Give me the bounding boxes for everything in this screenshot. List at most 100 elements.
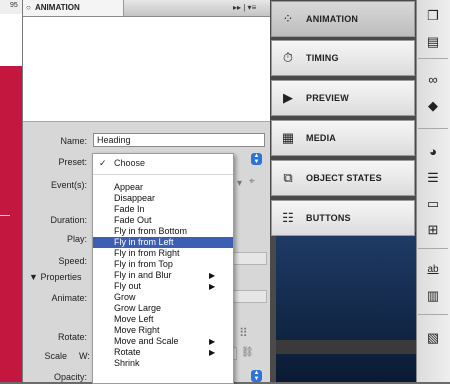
links-icon[interactable]: ∞ <box>420 68 446 92</box>
document-page-red <box>0 66 22 382</box>
submenu-arrow-icon: ▶ <box>209 271 216 280</box>
video-preview <box>276 232 416 382</box>
menu-separator <box>93 174 233 175</box>
table-icon[interactable]: ⊞ <box>420 218 446 242</box>
menu-item-label: Fly in from Top <box>114 259 173 269</box>
menu-item[interactable]: Shrink <box>93 358 233 369</box>
menu-item[interactable]: Move Left <box>93 314 233 325</box>
menu-item[interactable]: Rotate ▶ <box>93 347 233 358</box>
event-trigger-icon[interactable]: ⌖ <box>249 176 255 187</box>
video-controls-bar <box>276 340 416 354</box>
submenu-arrow-icon: ▶ <box>209 337 216 346</box>
menu-item-choose[interactable]: ✓ Choose <box>93 156 233 170</box>
dock-button-label: BUTTONS <box>306 213 351 223</box>
menu-item-label: Move Right <box>114 325 160 335</box>
rotate-label: Rotate: <box>57 332 87 342</box>
menu-item[interactable]: Grow <box>93 292 233 303</box>
menu-item[interactable]: Fly in and Blur ▶ <box>93 270 233 281</box>
menu-item-label: Fade Out <box>114 215 152 225</box>
menu-item-label: Fly in from Right <box>114 248 180 258</box>
panel-menu-icon[interactable]: ▸▸ | ▾≡ <box>233 2 269 14</box>
origin-grid-icon[interactable]: ⠿ <box>239 326 248 340</box>
scale-w-label: W: <box>79 351 90 361</box>
dock-button-label: TIMING <box>306 53 339 63</box>
dock-button-label: PREVIEW <box>306 93 349 103</box>
panel-header: ○ ANIMATION ▸▸ | ▾≡ <box>23 0 271 17</box>
opacity-stepper[interactable]: ▲ ▼ <box>251 370 262 382</box>
stroke-icon[interactable]: ◆ <box>420 94 446 118</box>
submenu-arrow-icon: ▶ <box>209 348 216 357</box>
menu-item[interactable]: Move Right <box>93 325 233 336</box>
name-label: Name: <box>60 136 87 146</box>
preset-stepper[interactable]: ▲ ▼ <box>251 153 262 165</box>
menu-item[interactable]: Fly in from Left <box>93 237 233 248</box>
events-label: Event(s): <box>50 180 87 190</box>
document-page-top <box>0 14 22 66</box>
layers-icon[interactable]: ▤ <box>420 30 446 54</box>
preset-dropdown-menu: ✓ Choose Appear Disappear Fade In Fade Out F… <box>92 153 234 384</box>
dock-button-label: OBJECT STATES <box>306 173 382 183</box>
close-icon[interactable]: ○ <box>26 0 31 16</box>
pages-icon[interactable]: ❐ <box>420 4 446 28</box>
dock-button-object-states[interactable]: ⧉ OBJECT STATES <box>271 160 415 196</box>
menu-item[interactable]: Fly in from Bottom <box>93 226 233 237</box>
properties-toggle[interactable]: ▼ Properties <box>29 272 81 282</box>
menu-item[interactable]: Fade In <box>93 204 233 215</box>
menu-item[interactable]: Fly in from Top <box>93 259 233 270</box>
menu-item[interactable]: Appear <box>93 182 233 193</box>
menu-item[interactable]: Fade Out <box>93 215 233 226</box>
animation-preview-area <box>23 17 271 122</box>
menu-item[interactable]: Disappear <box>93 193 233 204</box>
menu-item-label: Fade In <box>114 204 145 214</box>
menu-item[interactable]: Fly out ▶ <box>93 281 233 292</box>
tab-label: ANIMATION <box>35 3 80 12</box>
spelling-icon[interactable]: ab <box>420 258 446 282</box>
strip-divider <box>418 314 448 315</box>
dock-button-label: ANIMATION <box>306 14 359 24</box>
film-icon: ▦ <box>281 130 295 145</box>
speed-label: Speed: <box>58 256 87 266</box>
strip-divider <box>418 128 448 129</box>
menu-item-label: Grow <box>114 292 136 302</box>
strip-divider <box>418 248 448 249</box>
animate-label: Animate: <box>51 293 87 303</box>
menu-item[interactable]: Fly in from Right <box>93 248 233 259</box>
color-icon[interactable]: ◕ <box>420 140 446 164</box>
dock-button-media[interactable]: ▦ MEDIA <box>271 120 415 156</box>
menu-item[interactable]: Move and Scale ▶ <box>93 336 233 347</box>
dropdown-small-icon[interactable]: ▾ <box>237 178 242 189</box>
menu-item-label: Grow Large <box>114 303 162 313</box>
menu-item-label: Disappear <box>114 193 156 203</box>
menu-item-label: Rotate <box>114 347 141 357</box>
name-input[interactable]: Heading <box>93 133 265 147</box>
swatches-icon[interactable]: ☰ <box>420 166 446 190</box>
preset-label: Preset: <box>58 157 87 167</box>
ruler-number: 95 <box>10 2 18 9</box>
book-icon[interactable]: ▥ <box>420 284 446 308</box>
menu-item-label: Fly in from Bottom <box>114 226 188 236</box>
ruler: 95 <box>0 0 22 15</box>
gradient-icon[interactable]: ▭ <box>420 192 446 216</box>
menu-item[interactable]: Grow Large <box>93 303 233 314</box>
document-guide-line <box>0 215 10 216</box>
checkmark-icon: ✓ <box>99 158 107 168</box>
submenu-arrow-icon: ▶ <box>209 282 216 291</box>
tab-animation[interactable]: ○ ANIMATION <box>23 0 124 16</box>
duration-label: Duration: <box>50 215 87 225</box>
chain-link-icon[interactable]: ⛓ <box>241 347 254 358</box>
disclosure-triangle-icon: ▼ <box>29 272 38 282</box>
stopwatch-icon: ⏱ <box>282 50 294 65</box>
buttons-icon: ☷ <box>282 210 294 225</box>
dock-button-animation[interactable]: ⁘ ANIMATION <box>271 1 415 37</box>
opacity-label: Opacity: <box>53 372 87 382</box>
menu-item-label: Fly in from Left <box>114 237 174 247</box>
scale-label: Scale <box>44 351 67 361</box>
library-icon[interactable]: ▧ <box>420 326 446 350</box>
menu-item-label: Fly out <box>114 281 142 291</box>
strip-divider <box>418 58 448 59</box>
dock-button-buttons[interactable]: ☷ BUTTONS <box>271 200 415 236</box>
menu-item-label: Appear <box>114 182 144 192</box>
properties-label: Properties <box>40 272 82 282</box>
dock-button-timing[interactable]: ⏱ TIMING <box>271 40 415 76</box>
dock-button-preview[interactable]: ▶ PREVIEW <box>271 80 415 116</box>
